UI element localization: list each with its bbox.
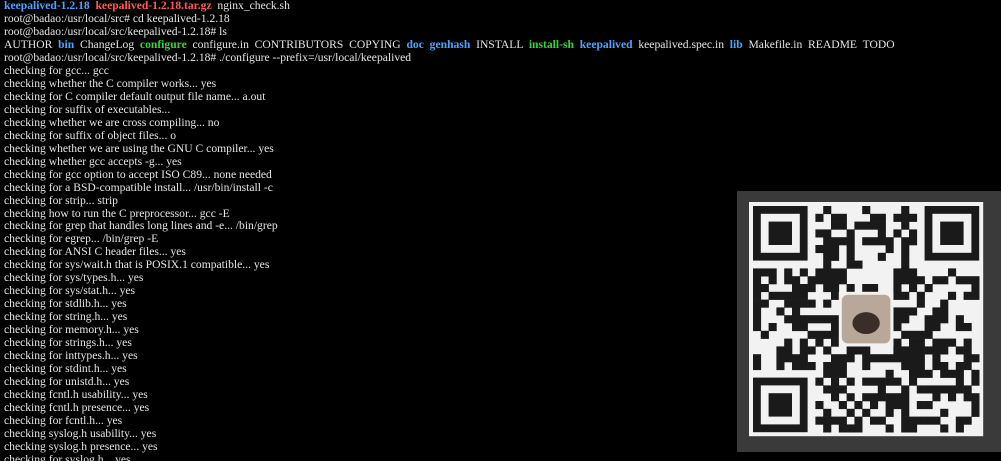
terminal-line: checking whether the C compiler works...… — [4, 78, 1001, 91]
terminal-line: root@badao:/usr/local/src# cd keepalived… — [4, 13, 1001, 26]
terminal-text: checking for sys/types.h... yes — [4, 272, 144, 285]
terminal-text: checking syslog.h presence... yes — [4, 440, 158, 453]
qr-code-icon — [749, 202, 984, 437]
terminal-text: root@badao:/usr/local/src# cd keepalived… — [4, 12, 230, 25]
terminal-text: checking for fcntl.h... yes — [4, 415, 123, 427]
terminal-text: checking for ANSI C header files... yes — [4, 246, 186, 259]
terminal-text: checking for gcc... gcc — [4, 64, 109, 77]
terminal-text: keepalived-1.2.18 — [4, 0, 90, 12]
terminal-line: checking for syslog.h... yes — [4, 454, 1001, 461]
terminal-text: root@badao:/usr/local/src/keepalived-1.2… — [4, 51, 412, 64]
terminal-line: keepalived-1.2.18 keepalived-1.2.18.tar.… — [4, 0, 1001, 13]
terminal-text: Makefile.in README TODO — [742, 38, 895, 51]
terminal-text: checking for unistd.h... yes — [4, 376, 130, 389]
terminal-text: checking for stdint.h... yes — [4, 363, 127, 376]
terminal-line: root@badao:/usr/local/src/keepalived-1.2… — [4, 26, 1001, 39]
terminal-text: checking for suffix of executables... — [4, 103, 171, 116]
terminal-text: genhash — [429, 38, 471, 51]
terminal-text: checking whether we are using the GNU C … — [4, 142, 274, 155]
terminal-text: keepalived — [579, 38, 633, 51]
terminal-text: checking for sys/wait.h that is POSIX.1 … — [4, 259, 270, 272]
terminal-text: bin — [58, 38, 75, 51]
terminal-text: checking for a BSD-compatible install...… — [4, 181, 273, 194]
terminal-line: checking for C compiler default output f… — [4, 91, 1001, 104]
terminal-text: checking for grep that handles long line… — [4, 220, 278, 233]
terminal-text: checking for memory.h... yes — [4, 324, 139, 337]
terminal-text: configure — [139, 38, 187, 51]
terminal-line: checking for suffix of object files... o — [4, 130, 1001, 143]
terminal-text: root@badao:/usr/local/src/keepalived-1.2… — [4, 25, 227, 38]
terminal-line: root@badao:/usr/local/src/keepalived-1.2… — [4, 52, 1001, 65]
terminal-text: checking whether gcc accepts -g... yes — [4, 155, 182, 168]
terminal-line: checking for gcc option to accept ISO C8… — [4, 169, 1001, 182]
terminal-text: checking for gcc option to accept ISO C8… — [4, 168, 272, 181]
terminal-text: configure.in CONTRIBUTORS COPYING — [186, 38, 407, 51]
terminal-line: checking whether gcc accepts -g... yes — [4, 156, 1001, 169]
terminal-text: keepalived-1.2.18.tar.gz — [95, 0, 212, 12]
terminal-text: checking for syslog.h... yes — [4, 453, 131, 461]
terminal-text: checking for C compiler default output f… — [4, 90, 266, 103]
terminal-text: checking whether we are cross compiling.… — [4, 116, 220, 129]
terminal-text: checking whether the C compiler works...… — [4, 77, 217, 90]
terminal-text: checking fcntl.h usability... yes — [4, 389, 148, 402]
qr-code-panel — [737, 191, 1001, 452]
terminal-text: checking for inttypes.h... yes — [4, 350, 138, 363]
terminal-text: AUTHOR — [4, 38, 59, 51]
terminal-line: checking whether we are using the GNU C … — [4, 143, 1001, 156]
terminal-text: lib — [729, 38, 743, 51]
terminal-line: checking whether we are cross compiling.… — [4, 117, 1001, 130]
terminal-text: ChangeLog — [74, 38, 140, 51]
terminal-text: checking for stdlib.h... yes — [4, 298, 127, 311]
terminal-text: checking syslog.h usability... yes — [4, 427, 157, 440]
terminal-text: checking for strings.h... yes — [4, 337, 132, 350]
terminal-text: checking for suffix of object files... o — [4, 129, 177, 142]
terminal-text: checking how to run the C preprocessor..… — [4, 207, 230, 220]
pug-face-icon — [852, 312, 880, 335]
terminal-text: checking for egrep... /bin/grep -E — [4, 233, 159, 246]
terminal-text: doc — [406, 38, 424, 51]
terminal-text: checking fcntl.h presence... yes — [4, 402, 150, 415]
terminal-line: checking for gcc... gcc — [4, 65, 1001, 78]
terminal-text: nginx_check.sh — [211, 0, 290, 12]
terminal-line: checking for suffix of executables... — [4, 104, 1001, 117]
terminal-text: INSTALL — [470, 38, 529, 51]
terminal-text: checking for sys/stat.h... yes — [4, 285, 136, 298]
terminal-text: checking for strip... strip — [4, 194, 118, 207]
terminal-text: checking for string.h... yes — [4, 311, 128, 324]
terminal-text: install-sh — [528, 38, 574, 51]
terminal-text: keepalived.spec.in — [632, 38, 730, 51]
terminal-line: AUTHOR bin ChangeLog configure configure… — [4, 39, 1001, 52]
